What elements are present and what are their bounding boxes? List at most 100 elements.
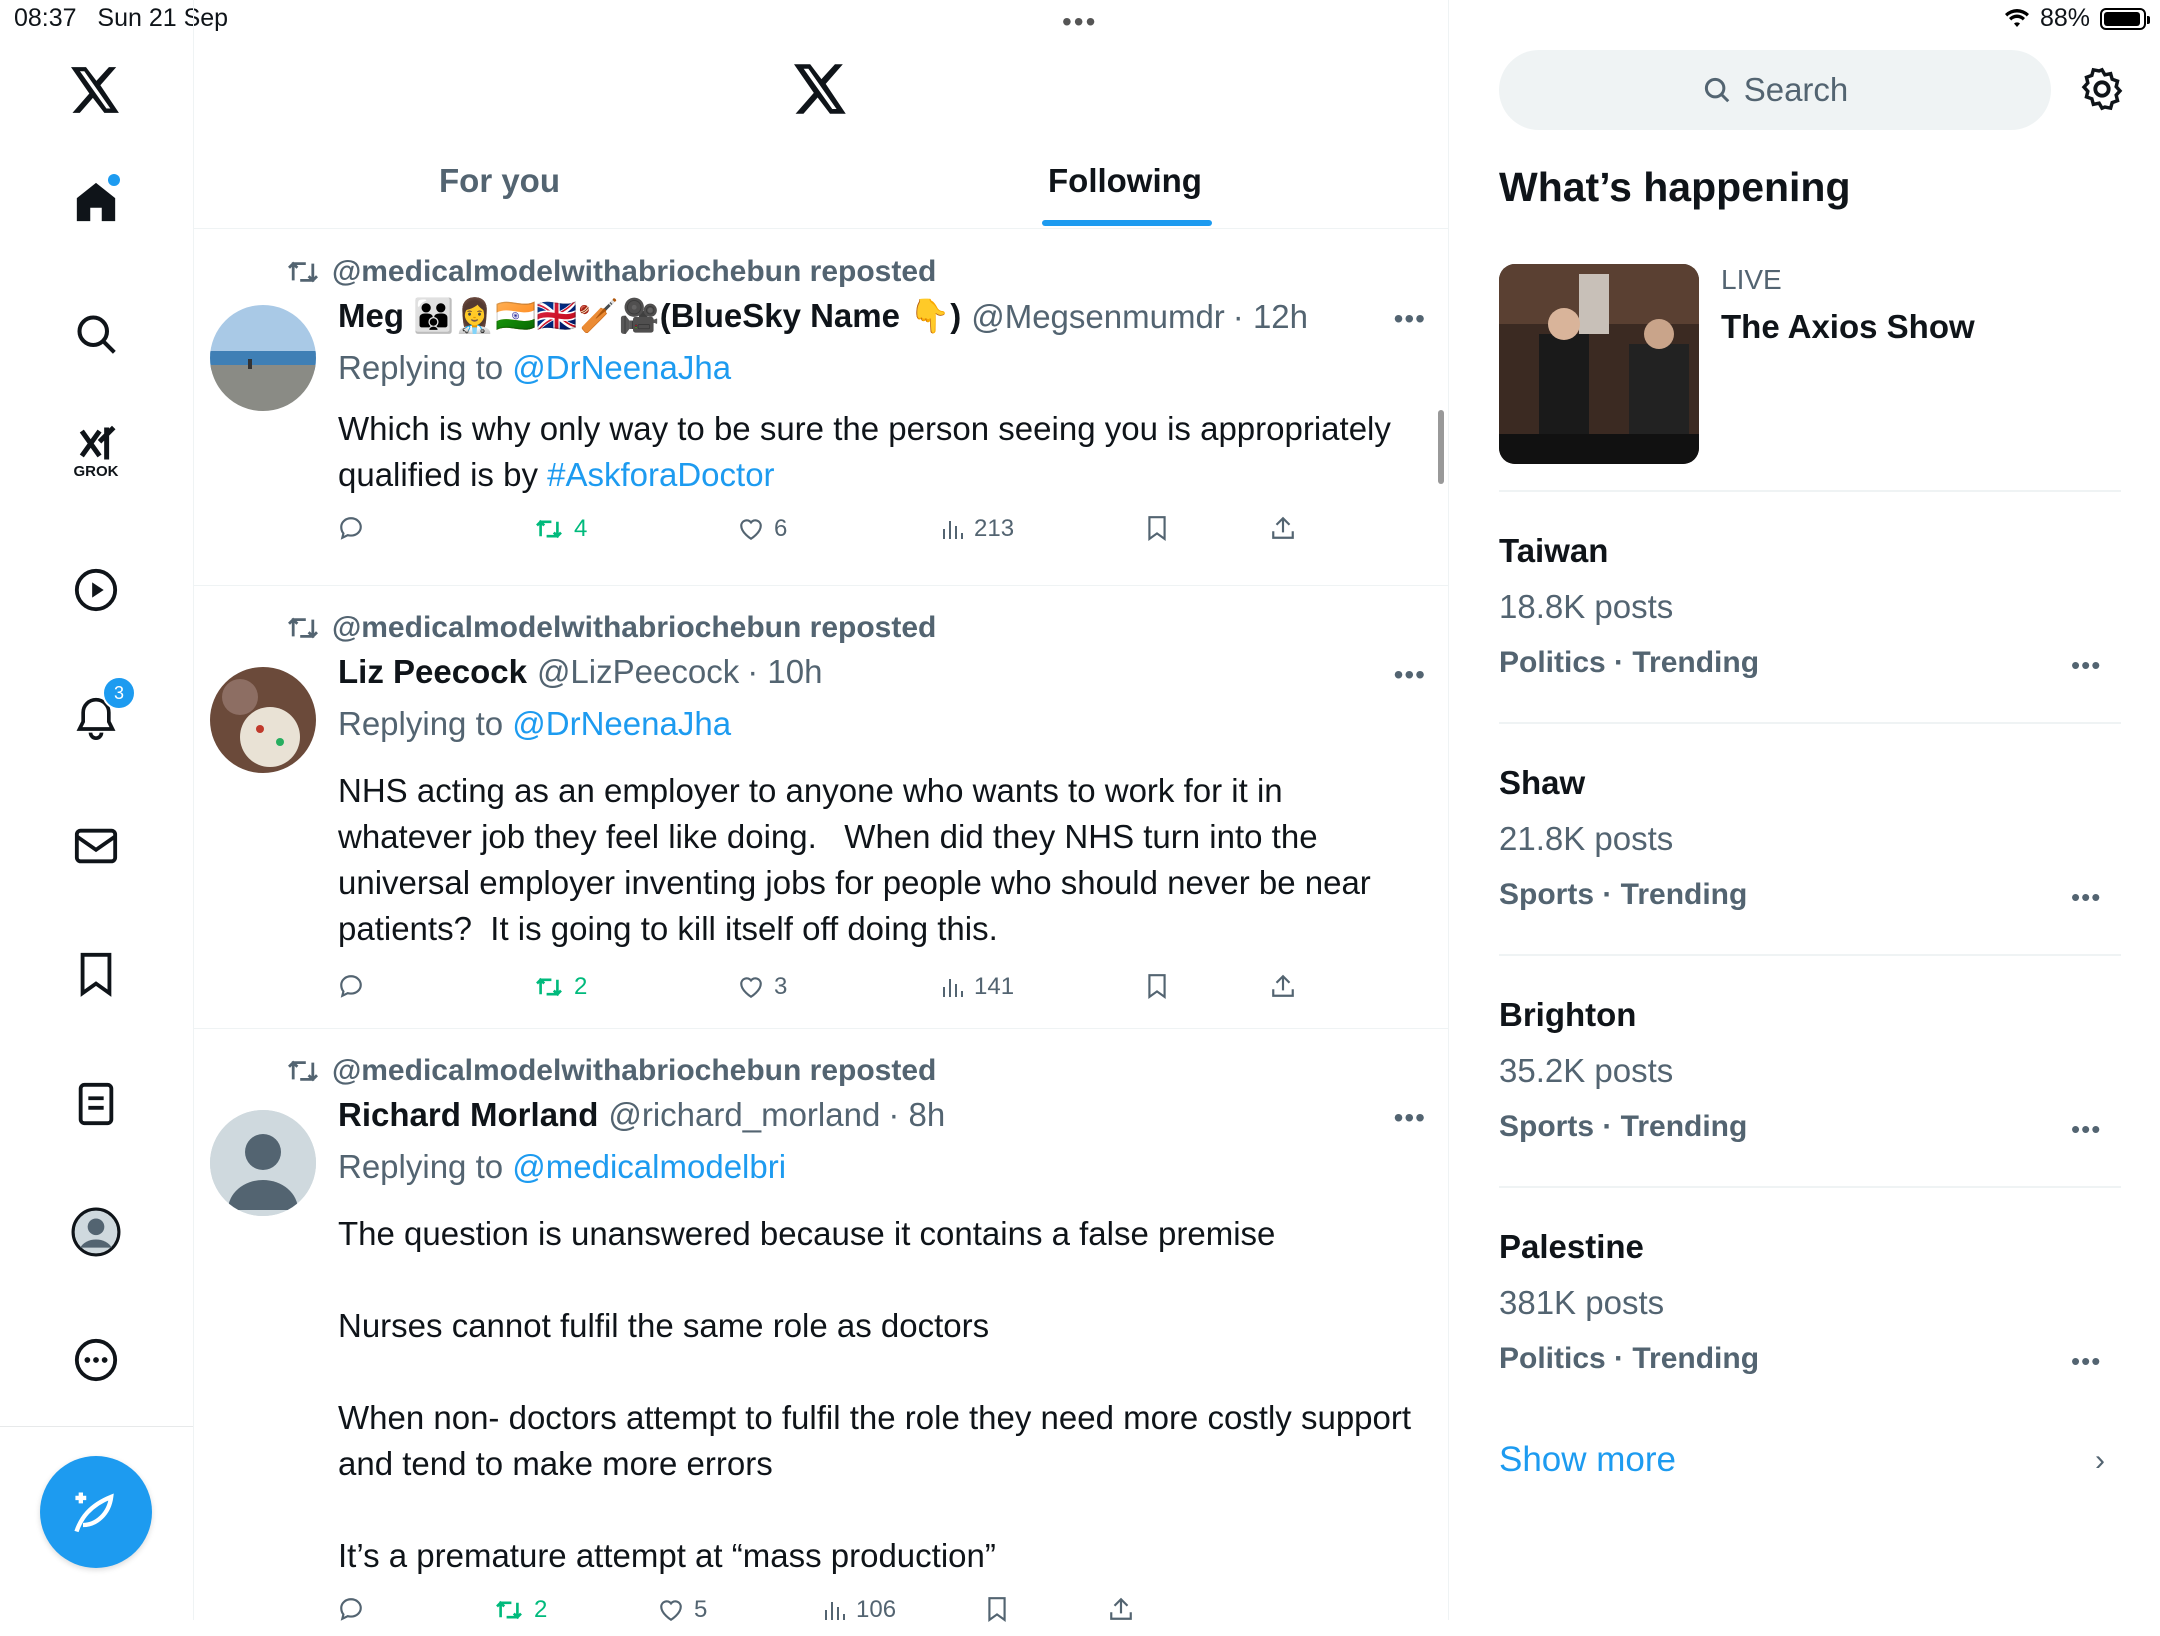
author-name[interactable]: Meg 👪👩‍⚕️🇮🇳🇬🇧🏏🎥(BlueSky Name 👇) <box>338 297 961 336</box>
post-actions: 4 6 213 <box>338 515 1338 555</box>
trend-more-icon[interactable]: ••• <box>2071 1346 2101 1377</box>
author-handle[interactable]: @LizPeecock <box>537 653 739 691</box>
reply-to-link[interactable]: @DrNeenaJha <box>512 349 731 386</box>
hashtag-link[interactable]: #AskforaDoctor <box>547 456 774 493</box>
video-icon[interactable] <box>68 562 124 618</box>
replying-to: Replying to @DrNeenaJha <box>338 349 731 387</box>
post-more-icon[interactable]: ••• <box>1394 1102 1426 1134</box>
scrollbar[interactable] <box>1438 410 1444 484</box>
post-text: Which is why only way to be sure the per… <box>338 406 1418 498</box>
tab-following[interactable]: Following <box>1048 162 1202 200</box>
post-actions: 2 3 141 <box>338 973 1338 1013</box>
like-button[interactable]: 3 <box>738 973 787 1001</box>
trend-more-icon[interactable]: ••• <box>2071 882 2101 913</box>
post-more-icon[interactable]: ••• <box>1394 303 1426 335</box>
repost-button[interactable]: 4 <box>534 515 587 543</box>
reply-button[interactable] <box>338 1596 364 1622</box>
search-icon[interactable] <box>68 306 124 362</box>
live-thumbnail[interactable] <box>1499 264 1699 464</box>
trend-count: 35.2K posts <box>1499 1052 1674 1089</box>
author-handle[interactable]: @Megsenmumdr <box>971 298 1225 336</box>
x-logo-icon[interactable] <box>68 62 124 118</box>
trend-name[interactable]: Palestine <box>1499 1228 1644 1266</box>
trend-more-icon[interactable]: ••• <box>2071 1114 2101 1145</box>
views-button[interactable]: 141 <box>940 973 1014 1001</box>
post-time[interactable]: · 10h <box>747 653 822 691</box>
tab-active-indicator <box>1042 220 1212 226</box>
share-button[interactable] <box>1108 1596 1134 1622</box>
bookmark-button[interactable] <box>1146 973 1168 999</box>
show-more-link[interactable]: Show more <box>1499 1440 1676 1480</box>
trend-name[interactable]: Shaw <box>1499 764 1585 802</box>
live-show-title[interactable]: The Axios Show <box>1721 308 1975 346</box>
author-handle[interactable]: @richard_morland <box>608 1096 880 1134</box>
post-text-content: Which is why only way to be sure the per… <box>338 410 1391 493</box>
share-button[interactable] <box>1270 515 1296 541</box>
profile-icon[interactable] <box>68 1204 124 1260</box>
reply-to-link[interactable]: @medicalmodelbri <box>512 1148 786 1185</box>
live-label: LIVE <box>1721 264 1782 295</box>
views-button[interactable]: 213 <box>940 515 1014 543</box>
trend-more-icon[interactable]: ••• <box>2071 650 2101 681</box>
bookmark-button[interactable] <box>986 1596 1008 1622</box>
avatar[interactable] <box>210 305 316 411</box>
reply-button[interactable] <box>338 515 364 541</box>
views-count: 213 <box>974 515 1015 542</box>
notifications-icon[interactable]: 3 <box>68 676 136 746</box>
like-button[interactable]: 6 <box>738 515 787 543</box>
post[interactable]: @medicalmodelwithabriochebun reposted Me… <box>194 229 1448 586</box>
views-count: 141 <box>974 973 1015 1000</box>
bookmark-icon <box>988 1597 1006 1622</box>
repost-by: @medicalmodelwithabriochebun reposted <box>332 1054 937 1087</box>
post-time[interactable]: · 12h <box>1233 298 1308 336</box>
author-name[interactable]: Liz Peecock <box>338 653 527 691</box>
grok-icon[interactable]: GROK <box>68 424 124 480</box>
reply-icon <box>340 975 362 998</box>
repost-icon <box>536 977 562 997</box>
lists-icon[interactable] <box>68 1076 124 1132</box>
messages-icon[interactable] <box>68 818 124 874</box>
divider <box>1499 722 2121 724</box>
more-icon[interactable] <box>68 1332 124 1388</box>
trend-count: 18.8K posts <box>1499 588 1674 625</box>
home-icon[interactable] <box>68 174 124 230</box>
trend-count: 381K posts <box>1499 1284 1665 1321</box>
x-header-logo-icon <box>794 64 848 119</box>
bookmarks-icon[interactable] <box>68 946 124 1002</box>
search-input[interactable]: Search <box>1499 50 2051 130</box>
notifications-badge: 3 <box>102 676 136 710</box>
reply-label: Replying to <box>338 1148 504 1185</box>
divider <box>1499 1186 2121 1188</box>
post-paragraph: It’s a premature attempt at “mass produc… <box>338 1537 996 1574</box>
post-text: The question is unanswered because it co… <box>338 1211 1418 1579</box>
repost-small-icon <box>288 261 318 283</box>
post-more-icon[interactable]: ••• <box>1394 659 1426 691</box>
trend-name[interactable]: Taiwan <box>1499 532 1608 570</box>
settings-gear-icon[interactable] <box>2079 66 2125 117</box>
trend-name[interactable]: Brighton <box>1499 996 1636 1034</box>
repost-count: 2 <box>574 973 588 1000</box>
repost-button[interactable]: 2 <box>534 973 587 1001</box>
repost-by: @medicalmodelwithabriochebun reposted <box>332 255 937 288</box>
repost-count: 4 <box>574 515 588 542</box>
post[interactable]: @medicalmodelwithabriochebun reposted Ri… <box>194 1028 1448 1623</box>
compose-button[interactable] <box>40 1456 152 1568</box>
post[interactable]: @medicalmodelwithabriochebun reposted Li… <box>194 585 1448 1029</box>
chevron-right-icon: › <box>2095 1444 2105 1477</box>
post-paragraph: The question is unanswered because it co… <box>338 1215 1276 1252</box>
trend-meta: Politics · Trending <box>1499 646 1760 679</box>
avatar[interactable] <box>210 1110 316 1216</box>
post-time[interactable]: · 8h <box>888 1096 945 1134</box>
trend-meta: Sports · Trending <box>1499 1110 1748 1143</box>
repost-small-icon <box>288 1060 318 1082</box>
like-count: 6 <box>774 515 788 542</box>
reply-button[interactable] <box>338 973 364 999</box>
author-name[interactable]: Richard Morland <box>338 1096 598 1134</box>
share-button[interactable] <box>1270 973 1296 999</box>
reply-to-link[interactable]: @DrNeenaJha <box>512 705 731 742</box>
divider <box>1499 490 2121 492</box>
tab-for-you[interactable]: For you <box>439 162 560 200</box>
bookmark-icon <box>1148 516 1166 541</box>
avatar[interactable] <box>210 667 316 773</box>
bookmark-button[interactable] <box>1146 515 1168 541</box>
